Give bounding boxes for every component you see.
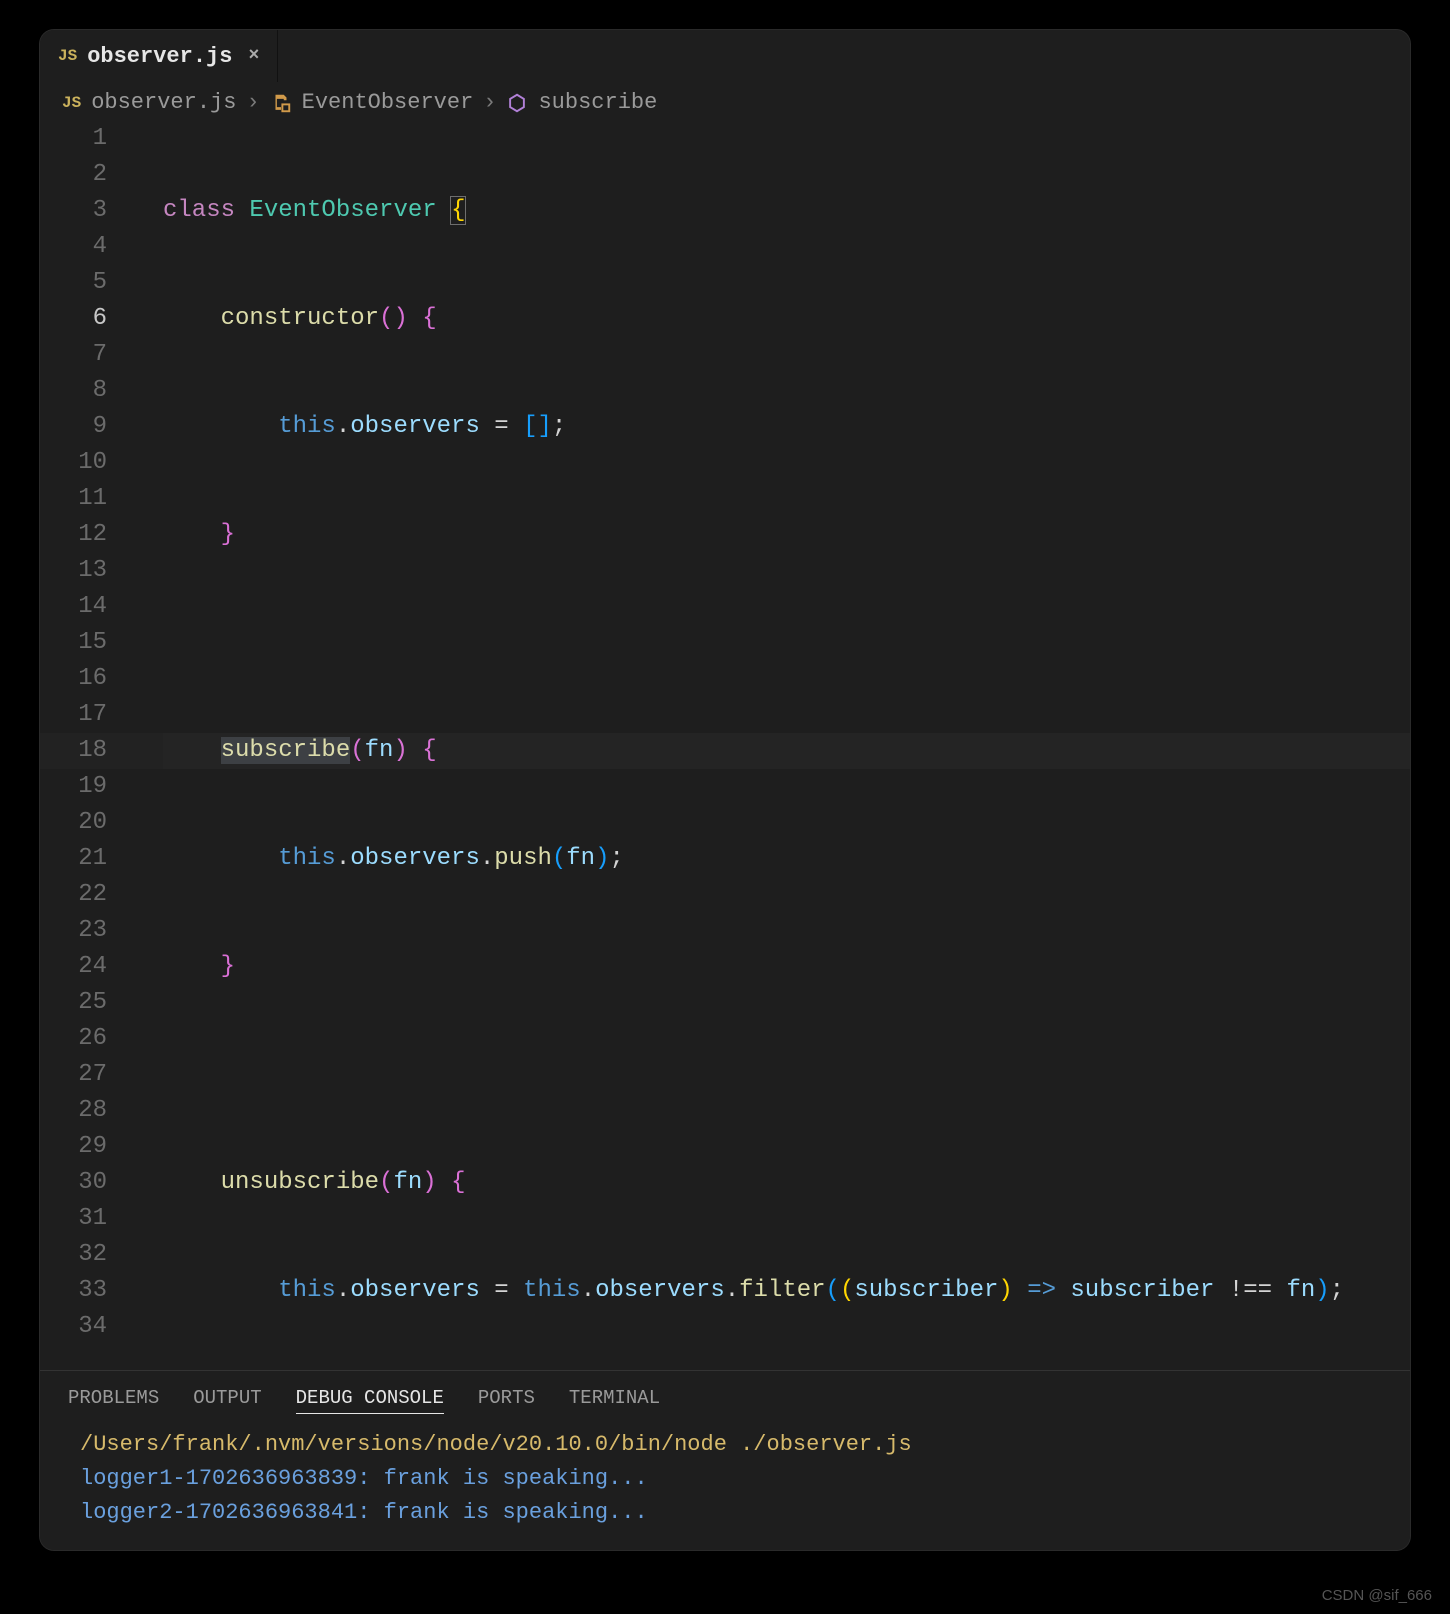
chevron-right-icon: › (246, 90, 259, 115)
line-number: 15 (40, 625, 107, 661)
breadcrumb-file[interactable]: observer.js (91, 90, 236, 115)
close-icon[interactable]: × (248, 46, 259, 66)
line-number: 25 (40, 985, 107, 1021)
line-number: 24 (40, 949, 107, 985)
editor-window: JS observer.js × JS observer.js › EventO… (40, 30, 1410, 1550)
file-tab[interactable]: JS observer.js × (40, 30, 278, 82)
panel-tab-bar: PROBLEMS OUTPUT DEBUG CONSOLE PORTS TERM… (40, 1371, 1410, 1424)
panel-tab-debug-console[interactable]: DEBUG CONSOLE (296, 1387, 444, 1414)
debug-console-output[interactable]: /Users/frank/.nvm/versions/node/v20.10.0… (40, 1424, 1410, 1530)
breadcrumb-class[interactable]: EventObserver (302, 90, 474, 115)
line-number: 5 (40, 265, 107, 301)
line-number: 22 (40, 877, 107, 913)
line-number: 33 (40, 1273, 107, 1309)
console-command: /Users/frank/.nvm/versions/node/v20.10.0… (80, 1428, 1382, 1462)
watermark: CSDN @sif_666 (1322, 1587, 1432, 1604)
breadcrumb-method[interactable]: subscribe (538, 90, 657, 115)
line-number: 31 (40, 1201, 107, 1237)
line-number: 27 (40, 1057, 107, 1093)
line-number: 9 (40, 409, 107, 445)
tab-bar: JS observer.js × (40, 30, 1410, 82)
console-log-line: logger2-1702636963841: frank is speaking… (80, 1496, 1382, 1530)
line-number: 8 (40, 373, 107, 409)
line-number: 6 (40, 301, 107, 337)
line-number: 2 (40, 157, 107, 193)
line-number: 28 (40, 1093, 107, 1129)
js-file-icon: JS (58, 47, 77, 65)
line-number: 20 (40, 805, 107, 841)
line-number-gutter: 1234567891011121314151617181920212223242… (40, 121, 135, 1550)
code-area[interactable]: class EventObserver { constructor() { th… (135, 121, 1410, 1550)
line-number: 17 (40, 697, 107, 733)
bottom-panel: PROBLEMS OUTPUT DEBUG CONSOLE PORTS TERM… (40, 1370, 1410, 1550)
js-file-icon: JS (62, 94, 81, 112)
method-icon (506, 92, 528, 114)
line-number: 14 (40, 589, 107, 625)
line-number: 32 (40, 1237, 107, 1273)
console-log-line: logger1-1702636963839: frank is speaking… (80, 1462, 1382, 1496)
line-number: 4 (40, 229, 107, 265)
class-icon (270, 92, 292, 114)
line-number: 21 (40, 841, 107, 877)
line-number: 3 (40, 193, 107, 229)
line-number: 29 (40, 1129, 107, 1165)
panel-tab-output[interactable]: OUTPUT (193, 1387, 261, 1414)
line-number: 19 (40, 769, 107, 805)
panel-tab-terminal[interactable]: TERMINAL (569, 1387, 660, 1414)
line-number: 16 (40, 661, 107, 697)
code-editor[interactable]: 1234567891011121314151617181920212223242… (40, 119, 1410, 1550)
line-number: 7 (40, 337, 107, 373)
panel-tab-problems[interactable]: PROBLEMS (68, 1387, 159, 1414)
breadcrumb[interactable]: JS observer.js › EventObserver › subscri… (40, 82, 1410, 119)
line-number: 11 (40, 481, 107, 517)
t: class (163, 197, 235, 224)
panel-tab-ports[interactable]: PORTS (478, 1387, 535, 1414)
tab-title: observer.js (87, 44, 232, 69)
line-number: 1 (40, 121, 107, 157)
line-number: 26 (40, 1021, 107, 1057)
line-number: 13 (40, 553, 107, 589)
line-number: 12 (40, 517, 107, 553)
line-number: 10 (40, 445, 107, 481)
chevron-right-icon: › (483, 90, 496, 115)
line-number: 34 (40, 1309, 107, 1345)
line-number: 30 (40, 1165, 107, 1201)
line-number: 23 (40, 913, 107, 949)
